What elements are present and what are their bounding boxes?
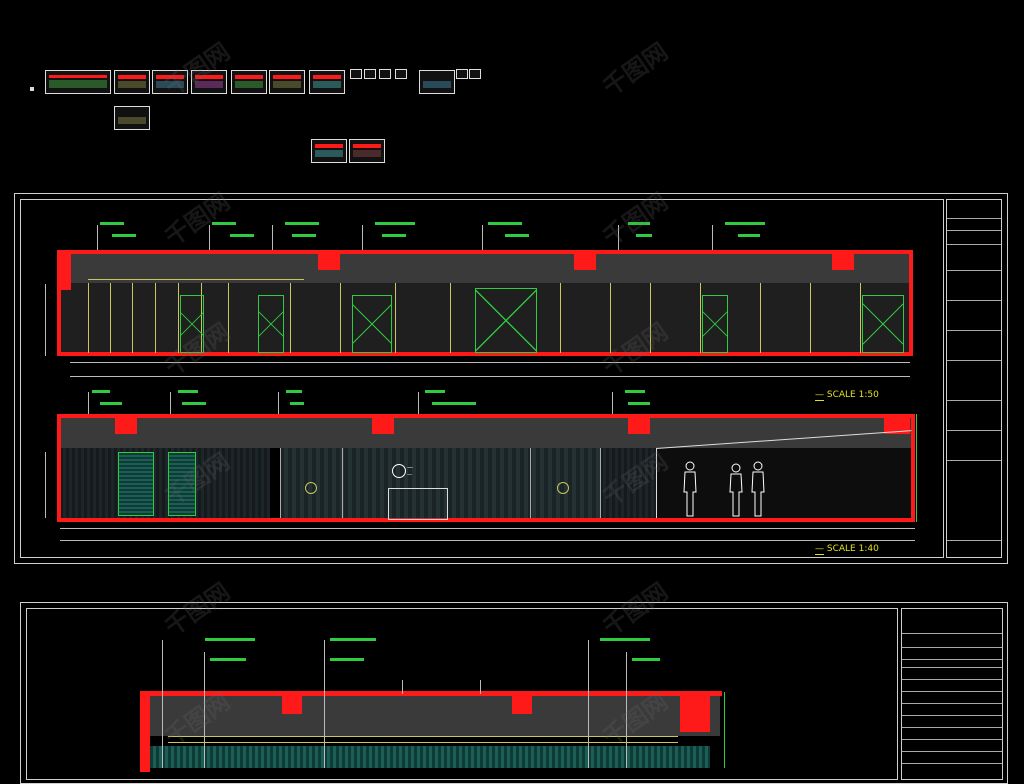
wall-lamp-icon [305,482,317,494]
sheet-thumbnail[interactable] [469,69,481,79]
sheet-thumbnail[interactable] [45,70,111,94]
door-icon [352,295,392,353]
human-figure-icon [729,463,743,517]
sheet-thumbnail[interactable] [350,69,362,79]
door-icon [862,295,904,353]
sheet-thumbnail[interactable] [395,69,407,79]
reception-desk [388,488,448,520]
company-logo-text: — [407,464,413,471]
title-block-2 [901,608,1003,780]
sheet-thumbnail[interactable] [114,70,150,94]
door-icon [702,295,728,353]
human-figure-icon [751,461,765,517]
origin-marker [30,87,34,91]
sheet-thumbnail[interactable] [364,69,376,79]
sheet-thumbnail[interactable] [309,70,345,94]
sheet-thumbnail[interactable] [231,70,267,94]
company-logo-subtext: — [407,472,412,478]
elevation-a-caption: — SCALE 1:50 [815,390,879,401]
door-icon [475,288,537,353]
sheet-thumbnail[interactable] [269,70,305,94]
watermark: 千图网 [597,37,673,102]
title-block-1 [946,199,1002,558]
elevation-b-caption: — SCALE 1:40 [815,544,879,555]
logo-mark-icon [392,464,406,478]
sheet-thumbnail[interactable] [379,69,391,79]
sheet-thumbnail[interactable] [456,69,468,79]
sheet-thumbnail[interactable] [349,139,385,163]
sheet-thumbnail[interactable] [114,106,150,130]
door-icon [258,295,284,353]
human-figure-icon [683,461,697,517]
sheet-thumbnail[interactable] [419,70,455,94]
wall-lamp-icon [557,482,569,494]
sheet-thumbnail[interactable] [311,139,347,163]
